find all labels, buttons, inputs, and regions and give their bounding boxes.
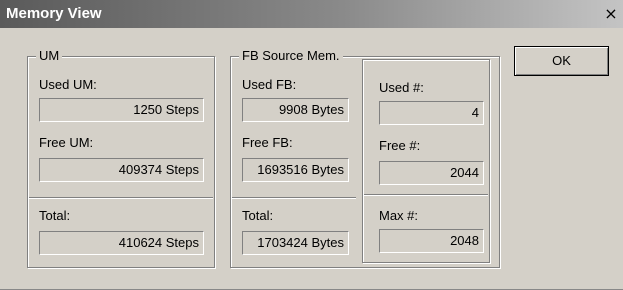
free-um-field: 409374 Steps [39,158,204,182]
memory-view-dialog: Memory View × UM Used UM: 1250 Steps Fre… [0,0,623,290]
total-fb-field: 1703424 Bytes [242,231,349,255]
fb-group-legend: FB Source Mem. [239,48,343,63]
count-separator [364,194,488,196]
free-fb-field: 1693516 Bytes [242,158,349,182]
um-group-legend: UM [36,48,63,63]
used-fb-label: Used FB: [242,77,297,92]
free-count-label: Free #: [379,138,421,153]
total-um-field: 410624 Steps [39,231,204,255]
um-group: UM Used UM: 1250 Steps Free UM: 409374 S… [27,48,215,268]
fb-source-mem-group: FB Source Mem. Used FB: 9908 Bytes Free … [230,48,500,268]
window-title: Memory View [6,5,102,22]
free-um-label: Free UM: [39,135,94,150]
used-um-label: Used UM: [39,77,97,92]
free-count-field: 2044 [379,161,484,185]
ok-button[interactable]: OK [514,46,609,76]
um-separator [29,197,213,199]
max-count-field: 2048 [379,229,484,253]
used-count-label: Used #: [379,80,424,95]
max-count-label: Max #: [379,208,419,223]
used-um-field: 1250 Steps [39,98,204,122]
close-icon[interactable]: × [601,3,621,25]
total-fb-label: Total: [242,208,274,223]
fb-count-group: Used #: 4 Free #: 2044 Max #: 2048 [362,59,490,263]
fb-separator [232,197,356,199]
used-count-field: 4 [379,101,484,125]
title-bar: Memory View × [0,0,623,28]
total-um-label: Total: [39,208,71,223]
free-fb-label: Free FB: [242,135,293,150]
used-fb-field: 9908 Bytes [242,98,349,122]
